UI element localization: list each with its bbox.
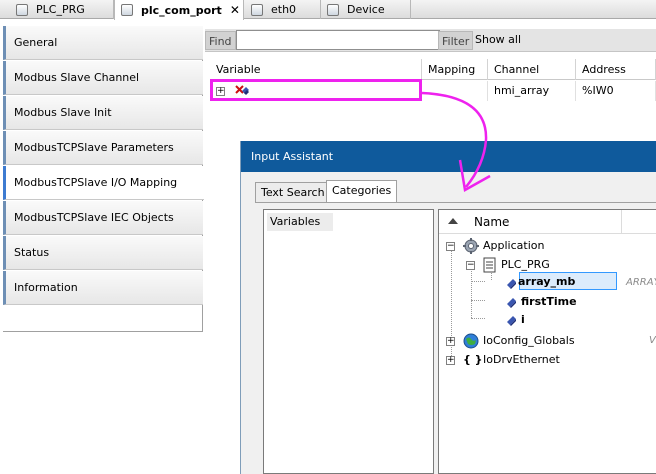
column-header-channel[interactable]: Channel xyxy=(488,59,576,80)
sidebar-panel: General Modbus Slave Channel Modbus Slav… xyxy=(3,26,204,332)
sidebar-item-io-mapping[interactable]: ModbusTCPSlave I/O Mapping xyxy=(3,166,204,200)
tab-label: PLC_PRG xyxy=(36,3,85,16)
tree-label: IoDrvEthernet xyxy=(483,353,560,366)
device-icon xyxy=(251,3,263,16)
tab-plc-com-port[interactable]: plc_com_port ✕ xyxy=(114,0,244,20)
expand-plus-icon[interactable]: + xyxy=(446,356,455,365)
tree-label: Application xyxy=(483,239,545,252)
variable-icon xyxy=(507,298,516,308)
column-header-variable[interactable]: Variable xyxy=(210,59,422,80)
braces-icon: { } xyxy=(463,353,483,366)
category-item-variables[interactable]: Variables xyxy=(267,213,333,231)
dialog-title: Input Assistant xyxy=(241,141,656,172)
sidebar-item-modbus-slave-init[interactable]: Modbus Slave Init xyxy=(3,96,203,130)
column-header-name[interactable]: Name xyxy=(474,215,509,229)
table-header: Variable Mapping Channel Address xyxy=(210,59,656,80)
tree-node-application[interactable]: − Application xyxy=(439,237,656,255)
editor-tab-strip: PLC_PRG plc_com_port ✕ eth0 Device xyxy=(0,0,656,20)
category-list: Variables xyxy=(263,209,434,474)
column-divider xyxy=(621,210,622,234)
tree-node-firsttime[interactable]: firstTime xyxy=(439,293,656,311)
tab-eth0[interactable]: eth0 xyxy=(245,0,321,19)
filter-select[interactable]: Show all xyxy=(475,33,521,46)
tree-label: i xyxy=(521,313,525,326)
application-gear-icon xyxy=(463,238,479,254)
tree-label: firstTime xyxy=(521,295,577,308)
sidebar-item-information[interactable]: Information xyxy=(3,271,203,305)
tab-categories[interactable]: Categories xyxy=(326,180,398,202)
variable-icon xyxy=(507,279,516,289)
variable-icon xyxy=(507,316,516,326)
selected-node-label[interactable]: array_mb xyxy=(518,273,575,291)
sidebar-item-modbus-slave-channel[interactable]: Modbus Slave Channel xyxy=(3,61,203,95)
tab-text-search[interactable]: Text Search xyxy=(255,182,331,203)
variable-tree: Name − Application − PLC_PRG firstTime i… xyxy=(438,209,656,474)
sidebar-item-tcp-slave-parameters[interactable]: ModbusTCPSlave Parameters xyxy=(3,131,203,165)
find-label: Find xyxy=(205,31,236,50)
tab-plc-prg[interactable]: PLC_PRG xyxy=(10,0,114,19)
tree-node-ioconfig-globals[interactable]: + IoConfig_Globals V xyxy=(439,332,656,350)
sidebar-item-iec-objects[interactable]: ModbusTCPSlave IEC Objects xyxy=(3,201,203,235)
selected-type-text: ARRAY xyxy=(626,277,656,288)
device-icon xyxy=(121,4,133,16)
tree-node-i[interactable]: i xyxy=(439,311,656,329)
close-icon[interactable]: ✕ xyxy=(230,3,240,17)
annotation-highlight-box xyxy=(210,79,422,101)
sidebar-item-status[interactable]: Status xyxy=(3,236,203,270)
type-column-text: V xyxy=(649,335,656,346)
tab-divider xyxy=(255,202,656,203)
address-cell: %IW0 xyxy=(576,81,656,101)
collapse-minus-icon[interactable]: − xyxy=(446,242,455,251)
tab-label: Device xyxy=(347,3,385,16)
tab-label: plc_com_port xyxy=(141,3,222,17)
column-header-address[interactable]: Address xyxy=(576,59,656,80)
device-editor-sidebar: General Modbus Slave Channel Modbus Slav… xyxy=(0,20,204,474)
tree-label: IoConfig_Globals xyxy=(483,334,575,347)
globe-icon xyxy=(463,333,479,349)
collapse-minus-icon[interactable]: − xyxy=(466,261,475,270)
input-assistant-dialog: Input Assistant Text Search Categories V… xyxy=(240,141,656,474)
program-document-icon xyxy=(483,257,496,273)
sort-ascending-icon[interactable] xyxy=(448,218,458,224)
device-icon xyxy=(327,3,339,16)
pou-icon xyxy=(16,3,28,16)
tree-header: Name xyxy=(439,210,656,234)
find-input[interactable] xyxy=(236,30,440,50)
filter-bar: Find Filter Show all xyxy=(205,29,656,52)
mapping-cell xyxy=(422,81,488,101)
channel-cell: hmi_array xyxy=(488,81,576,101)
filter-label: Filter xyxy=(438,31,474,50)
sidebar-item-general[interactable]: General xyxy=(3,26,203,60)
column-header-mapping[interactable]: Mapping xyxy=(422,59,488,80)
tree-node-iodrvethernet[interactable]: + { } IoDrvEthernet xyxy=(439,351,656,369)
tab-label: eth0 xyxy=(271,3,297,16)
tab-device[interactable]: Device xyxy=(321,0,411,19)
expand-plus-icon[interactable]: + xyxy=(446,337,455,346)
